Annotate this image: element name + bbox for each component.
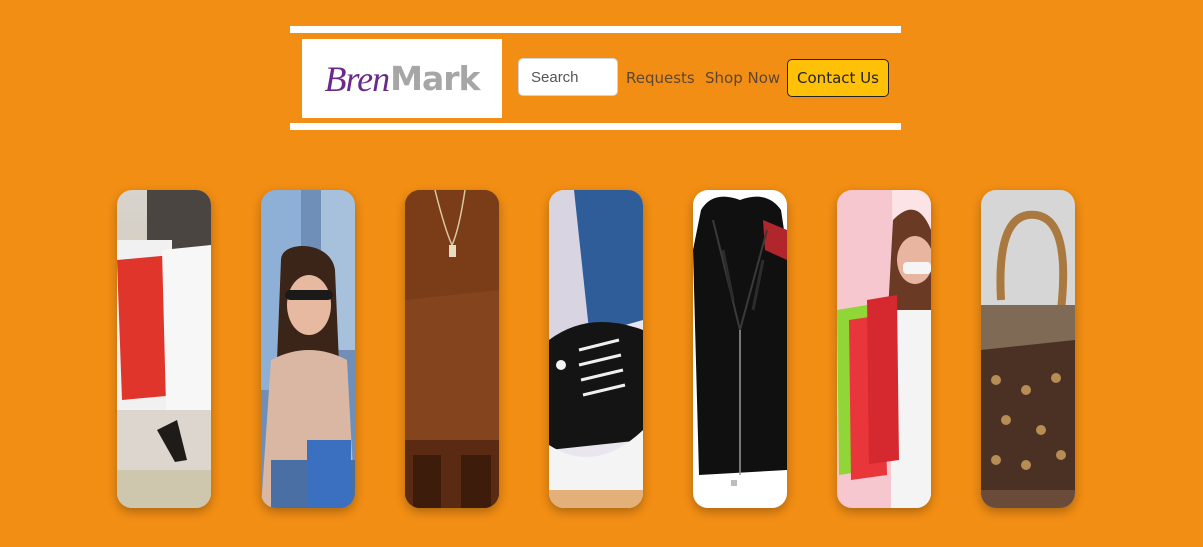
black-sneakers-image: [549, 190, 643, 508]
gallery-card-black-sneakers[interactable]: [549, 190, 643, 508]
search-input[interactable]: [518, 58, 618, 96]
gallery-card-brown-outfit[interactable]: [405, 190, 499, 508]
gallery-card-woman-sunglasses[interactable]: [261, 190, 355, 508]
gallery-card-handbag[interactable]: [981, 190, 1075, 508]
product-gallery: [117, 190, 1075, 508]
header: BrenMark Requests Shop Now Contact Us: [290, 26, 901, 131]
leather-jacket-image: [693, 190, 787, 508]
contact-us-button[interactable]: Contact Us: [787, 59, 889, 97]
gallery-card-woman-shopping[interactable]: [837, 190, 931, 508]
header-bottom-rule: [290, 123, 901, 130]
woman-shopping-image: [837, 190, 931, 508]
nav-link-shop-now[interactable]: Shop Now: [705, 68, 780, 88]
woman-sunglasses-image: [261, 190, 355, 508]
logo-text-mark: Mark: [390, 59, 480, 98]
gallery-card-shopping-bags[interactable]: [117, 190, 211, 508]
header-top-rule: [290, 26, 901, 33]
logo-text-bren: Bren: [324, 58, 391, 99]
logo[interactable]: Bren Mark: [302, 39, 502, 118]
handbag-image: [981, 190, 1075, 508]
gallery-card-leather-jacket[interactable]: [693, 190, 787, 508]
brown-outfit-image: [405, 190, 499, 508]
nav-link-requests[interactable]: Requests: [626, 68, 695, 88]
shopping-bags-image: [117, 190, 211, 508]
